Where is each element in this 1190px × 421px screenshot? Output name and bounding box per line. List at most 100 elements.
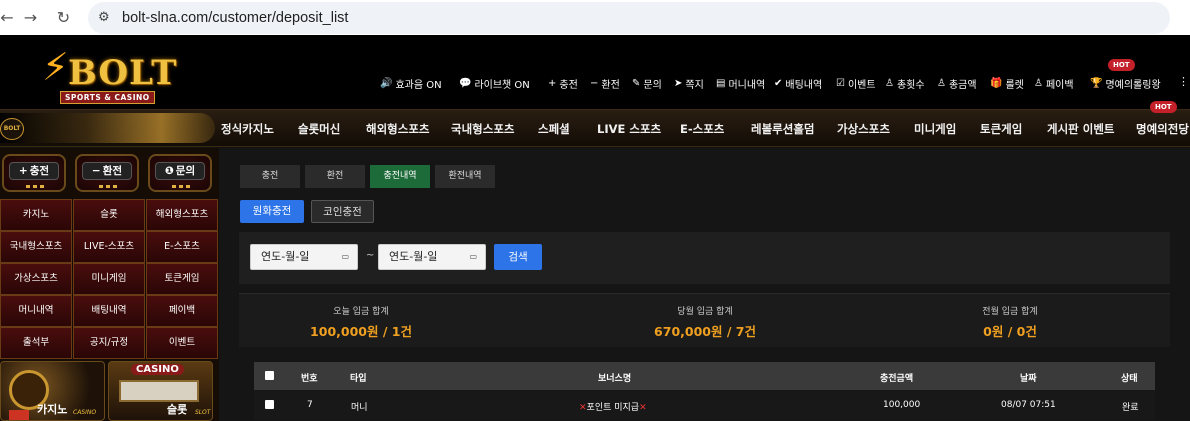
sidebar-menu-item[interactable]: 공지/규정: [73, 327, 145, 359]
util-user-9[interactable]: ♙ 총횟수: [885, 75, 925, 91]
start-date-value: 연도-월-일: [261, 250, 310, 263]
end-date-input[interactable]: 연도-월-일 ▭: [378, 244, 486, 270]
util-label: 충전: [559, 79, 578, 91]
edit-icon: ✎: [632, 77, 641, 89]
sidebar-menu-item[interactable]: 해외형스포츠: [146, 199, 218, 231]
sidebar-menu-item[interactable]: 국내형스포츠: [0, 231, 72, 263]
decor-dots: [99, 185, 117, 188]
nav-item-11[interactable]: 게시판 이벤트: [1047, 121, 1114, 137]
util-list-6[interactable]: ▤ 머니내역: [716, 75, 765, 91]
util-check-7[interactable]: ✔ 배팅내역: [774, 75, 822, 91]
reload-icon[interactable]: ↻: [47, 8, 80, 27]
util-label: 쪽지: [685, 79, 704, 91]
nav-item-0[interactable]: 정식카지노: [221, 121, 274, 137]
util-plus-2[interactable]: + 충전: [548, 75, 578, 91]
minus-icon: −: [91, 165, 101, 177]
site-settings-icon[interactable]: ⚙: [98, 10, 122, 25]
sidebar-menu-item[interactable]: LIVE-스포츠: [73, 231, 145, 263]
util-label: 머니내역: [728, 79, 766, 91]
nav-item-8[interactable]: 가상스포츠: [837, 121, 890, 137]
search-button[interactable]: 검색: [494, 244, 542, 270]
decor-dots: [26, 185, 44, 188]
sidebar-menu-item[interactable]: 페이백: [146, 295, 218, 327]
calendar-icon[interactable]: ▭: [469, 245, 477, 269]
stat-label: 오늘 입금 합계: [333, 307, 389, 317]
tab-0[interactable]: 충전: [240, 165, 300, 188]
util-calendar-8[interactable]: ☑ 이벤트: [836, 75, 876, 91]
sidebar-menu-item[interactable]: 미니게임: [73, 263, 145, 295]
util-user-10[interactable]: ♙ 총금액: [937, 75, 977, 91]
util-edit-4[interactable]: ✎ 문의: [632, 75, 662, 91]
button-text: 환전: [102, 165, 123, 177]
nav-item-3[interactable]: 국내형스포츠: [451, 121, 514, 137]
deposit-button[interactable]: + 충전: [2, 154, 66, 192]
inquiry-button[interactable]: ❶ 문의: [148, 154, 212, 192]
stat-value: 0원 / 0건: [983, 324, 1037, 339]
calendar-icon[interactable]: ▭: [341, 245, 349, 269]
back-icon[interactable]: ←: [0, 8, 14, 27]
nav-item-9[interactable]: 미니게임: [914, 121, 956, 137]
nav-item-1[interactable]: 슬롯머신: [298, 121, 340, 137]
table-row[interactable]: 7 머니 ✕포인트 미지급✕ 100,000 08/07 07:51 완료: [254, 390, 1155, 420]
sidebar-menu-item[interactable]: 슬롯: [73, 199, 145, 231]
select-all-checkbox[interactable]: [265, 371, 274, 380]
stat-value: 670,000원 / 7건: [654, 324, 756, 339]
paper-plane-icon: ➤: [674, 77, 683, 89]
tab-3[interactable]: 환전내역: [435, 165, 495, 188]
util-user-12[interactable]: ♙ 페이백: [1034, 75, 1074, 91]
plus-icon: +: [548, 77, 557, 89]
today-total: 오늘 입금 합계 100,000원 / 1건: [261, 304, 461, 340]
coin-deposit-tab[interactable]: 코인충전: [311, 200, 374, 223]
krw-deposit-tab[interactable]: 원화충전: [240, 200, 304, 223]
nav-item-7[interactable]: 레볼루션홀덤: [751, 121, 814, 137]
tab-1[interactable]: 환전: [305, 165, 365, 188]
start-date-input[interactable]: 연도-월-일 ▭: [250, 244, 358, 270]
sidebar-menu-item[interactable]: 배팅내역: [73, 295, 145, 327]
forward-icon[interactable]: →: [14, 8, 47, 27]
sidebar-menu-item[interactable]: 토큰게임: [146, 263, 218, 295]
util-label: 총횟수: [896, 79, 925, 91]
header-status: 상태: [1121, 374, 1138, 384]
more-icon[interactable]: ⋮: [1178, 75, 1189, 88]
stat-label: 전월 입금 합계: [982, 307, 1038, 317]
url-text: bolt-slna.com/customer/deposit_list: [122, 9, 349, 26]
casino-banner-sub: CASINO: [73, 409, 97, 416]
casino-banner[interactable]: 카지노 CASINO: [0, 361, 105, 421]
row-amount: 100,000: [883, 400, 921, 410]
slot-banner-sub: SLOT: [195, 409, 211, 416]
row-checkbox[interactable]: [265, 400, 274, 409]
util-label: 룰렛: [1005, 79, 1024, 91]
row-bonus-text: 포인트 미지급: [586, 403, 640, 413]
bolt-logo[interactable]: ⚡ BOLT SPORTS & CASINO: [42, 45, 176, 105]
tab-2[interactable]: 충전내역: [370, 165, 430, 188]
sidebar-menu-item[interactable]: 머니내역: [0, 295, 72, 327]
nav-item-5[interactable]: LIVE 스포츠: [597, 121, 661, 137]
nav-item-4[interactable]: 스페셜: [538, 121, 570, 137]
sidebar-menu-item[interactable]: 카지노: [0, 199, 72, 231]
deposit-table: 번호 타입 보너스명 충전금액 날짜 상태 7 머니 ✕포인트 미지급✕ 100…: [254, 362, 1155, 420]
nav-item-12[interactable]: 명예의전당: [1136, 121, 1189, 137]
util-paper-plane-5[interactable]: ➤ 쪽지: [674, 75, 704, 91]
slot-banner[interactable]: CASINO 슬롯 SLOT: [108, 361, 213, 421]
util-trophy-13[interactable]: 🏆 명예의롤링왕: [1090, 75, 1161, 91]
header-type: 타입: [350, 374, 367, 384]
sidebar-menu-item[interactable]: E-스포츠: [146, 231, 218, 263]
util-minus-3[interactable]: − 환전: [590, 75, 620, 91]
util-gift-11[interactable]: 🎁 룰렛: [990, 75, 1024, 91]
nav-item-2[interactable]: 해외형스포츠: [366, 121, 429, 137]
row-status: 완료: [1122, 403, 1139, 413]
end-date-value: 연도-월-일: [389, 250, 438, 263]
util-speaker-0[interactable]: 🔊 효과음 ON: [380, 75, 442, 91]
nav-item-6[interactable]: E-스포츠: [680, 121, 724, 137]
sidebar-menu-item[interactable]: 가상스포츠: [0, 263, 72, 295]
address-bar[interactable]: ⚙ bolt-slna.com/customer/deposit_list: [88, 1, 1170, 34]
util-chat-1[interactable]: 💬 라이브챗 ON: [459, 75, 530, 91]
nav-item-10[interactable]: 토큰게임: [980, 121, 1022, 137]
date-separator: ~: [366, 250, 375, 261]
withdraw-button[interactable]: − 환전: [75, 154, 139, 192]
sidebar-menu-item[interactable]: 이벤트: [146, 327, 218, 359]
check-icon: ✔: [774, 77, 783, 89]
header-no: 번호: [301, 374, 318, 384]
sidebar-menu-item[interactable]: 출석부: [0, 327, 72, 359]
header-amount: 충전금액: [880, 374, 914, 384]
